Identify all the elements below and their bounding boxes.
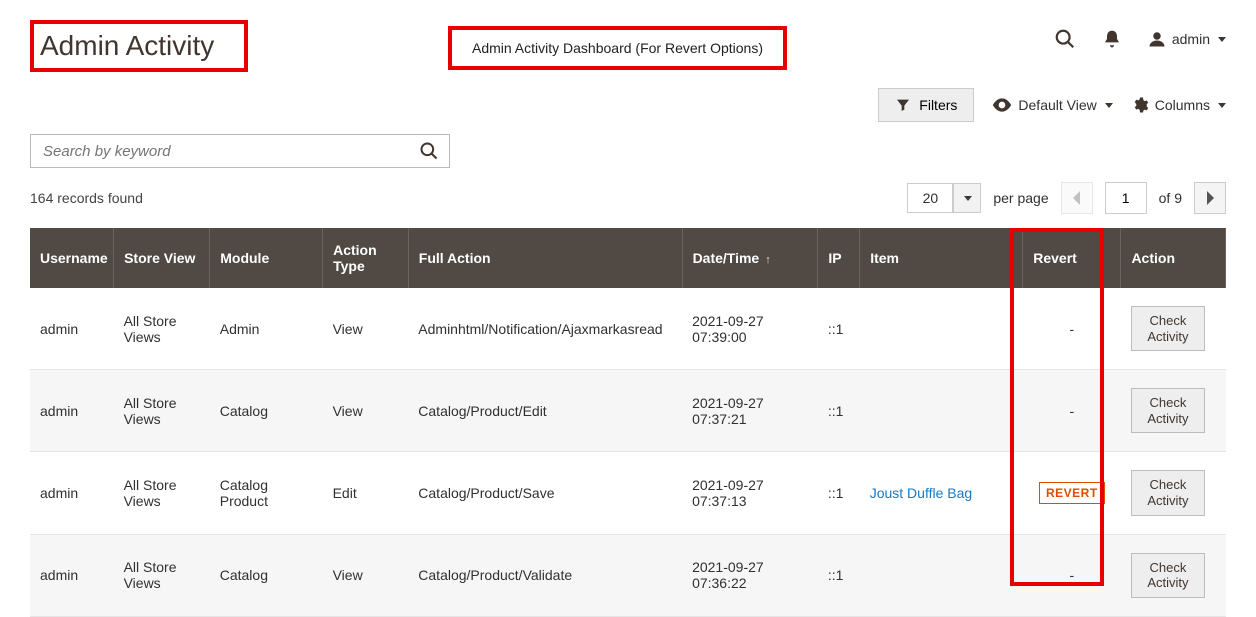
cell-ip: ::1 xyxy=(818,288,860,370)
cell-date-time: 2021-09-27 07:37:13 xyxy=(682,452,818,534)
col-header-username[interactable]: Username xyxy=(30,228,114,288)
per-page-value: 20 xyxy=(907,183,953,213)
cell-ip: ::1 xyxy=(818,534,860,616)
cell-date-time: 2021-09-27 07:36:22 xyxy=(682,534,818,616)
search-icon[interactable] xyxy=(1054,28,1076,50)
chevron-down-icon xyxy=(1218,37,1226,42)
check-activity-button[interactable]: Check Activity xyxy=(1131,553,1205,598)
cell-action-type: Edit xyxy=(323,452,409,534)
cell-revert: - xyxy=(1023,370,1121,452)
col-header-ip[interactable]: IP xyxy=(818,228,860,288)
activity-table: Username Store View Module Action Type F… xyxy=(30,228,1226,617)
col-header-action-type[interactable]: Action Type xyxy=(323,228,409,288)
cell-revert: - xyxy=(1023,288,1121,370)
cell-module: Catalog xyxy=(210,534,323,616)
cell-action: Check Activity xyxy=(1121,370,1226,452)
cell-username: admin xyxy=(30,452,114,534)
columns-label: Columns xyxy=(1155,97,1210,113)
default-view-label: Default View xyxy=(1018,97,1096,113)
cell-item: Joust Duffle Bag xyxy=(860,452,1023,534)
col-header-action[interactable]: Action xyxy=(1121,228,1226,288)
chevron-right-icon xyxy=(1205,191,1215,205)
sort-asc-icon: ↑ xyxy=(765,254,771,266)
cell-action-type: View xyxy=(323,534,409,616)
cell-module: Catalog xyxy=(210,370,323,452)
cell-date-time: 2021-09-27 07:37:21 xyxy=(682,370,818,452)
cell-store-view: All Store Views xyxy=(114,370,210,452)
cell-store-view: All Store Views xyxy=(114,452,210,534)
cell-username: admin xyxy=(30,534,114,616)
col-header-store-view[interactable]: Store View xyxy=(114,228,210,288)
total-pages-label: of 9 xyxy=(1159,190,1182,206)
revert-button[interactable]: REVERT xyxy=(1039,482,1105,504)
search-input[interactable] xyxy=(41,142,419,161)
col-header-revert[interactable]: Revert xyxy=(1023,228,1121,288)
cell-store-view: All Store Views xyxy=(114,534,210,616)
filters-button[interactable]: Filters xyxy=(878,88,974,122)
notifications-icon[interactable] xyxy=(1102,29,1122,49)
cell-full-action: Catalog/Product/Edit xyxy=(408,370,682,452)
annotation-box: Admin Activity Dashboard (For Revert Opt… xyxy=(448,26,787,70)
cell-action: Check Activity xyxy=(1121,534,1226,616)
check-activity-button[interactable]: Check Activity xyxy=(1131,470,1205,515)
next-page-button[interactable] xyxy=(1194,182,1226,214)
per-page-dropdown[interactable] xyxy=(953,183,981,213)
item-link[interactable]: Joust Duffle Bag xyxy=(870,485,972,501)
prev-page-button[interactable] xyxy=(1061,182,1093,214)
cell-full-action: Adminhtml/Notification/Ajaxmarkasread xyxy=(408,288,682,370)
search-box[interactable] xyxy=(30,134,450,168)
cell-action: Check Activity xyxy=(1121,452,1226,534)
col-header-module[interactable]: Module xyxy=(210,228,323,288)
chevron-down-icon xyxy=(1218,103,1226,108)
filters-label: Filters xyxy=(919,97,957,113)
cell-ip: ::1 xyxy=(818,370,860,452)
cell-action-type: View xyxy=(323,288,409,370)
per-page-label: per page xyxy=(993,190,1048,206)
cell-item xyxy=(860,534,1023,616)
cell-revert: - xyxy=(1023,534,1121,616)
table-row: adminAll Store ViewsAdminViewAdminhtml/N… xyxy=(30,288,1226,370)
chevron-down-icon xyxy=(964,196,972,201)
col-header-full-action[interactable]: Full Action xyxy=(408,228,682,288)
cell-date-time: 2021-09-27 07:39:00 xyxy=(682,288,818,370)
cell-store-view: All Store Views xyxy=(114,288,210,370)
table-row: adminAll Store ViewsCatalog ProductEditC… xyxy=(30,452,1226,534)
chevron-left-icon xyxy=(1072,191,1082,205)
cell-revert: REVERT xyxy=(1023,452,1121,534)
col-header-item[interactable]: Item xyxy=(860,228,1023,288)
search-icon[interactable] xyxy=(419,141,439,161)
gear-icon xyxy=(1131,96,1149,114)
cell-item xyxy=(860,370,1023,452)
check-activity-button[interactable]: Check Activity xyxy=(1131,388,1205,433)
cell-module: Catalog Product xyxy=(210,452,323,534)
avatar-icon xyxy=(1148,30,1166,48)
col-header-date-time[interactable]: Date/Time↑ xyxy=(682,228,818,288)
cell-full-action: Catalog/Product/Save xyxy=(408,452,682,534)
cell-action-type: View xyxy=(323,370,409,452)
records-found: 164 records found xyxy=(30,190,143,206)
default-view-control[interactable]: Default View xyxy=(992,97,1112,113)
cell-ip: ::1 xyxy=(818,452,860,534)
chevron-down-icon xyxy=(1105,103,1113,108)
table-row: adminAll Store ViewsCatalogViewCatalog/P… xyxy=(30,534,1226,616)
columns-control[interactable]: Columns xyxy=(1131,96,1226,114)
cell-full-action: Catalog/Product/Validate xyxy=(408,534,682,616)
cell-module: Admin xyxy=(210,288,323,370)
cell-action: Check Activity xyxy=(1121,288,1226,370)
cell-username: admin xyxy=(30,288,114,370)
page-title: Admin Activity xyxy=(30,20,248,72)
table-row: adminAll Store ViewsCatalogViewCatalog/P… xyxy=(30,370,1226,452)
cell-username: admin xyxy=(30,370,114,452)
check-activity-button[interactable]: Check Activity xyxy=(1131,306,1205,351)
user-menu[interactable]: admin xyxy=(1148,30,1226,48)
user-label: admin xyxy=(1172,31,1210,47)
page-input[interactable] xyxy=(1105,182,1147,214)
funnel-icon xyxy=(895,97,911,113)
eye-icon xyxy=(992,98,1012,112)
cell-item xyxy=(860,288,1023,370)
